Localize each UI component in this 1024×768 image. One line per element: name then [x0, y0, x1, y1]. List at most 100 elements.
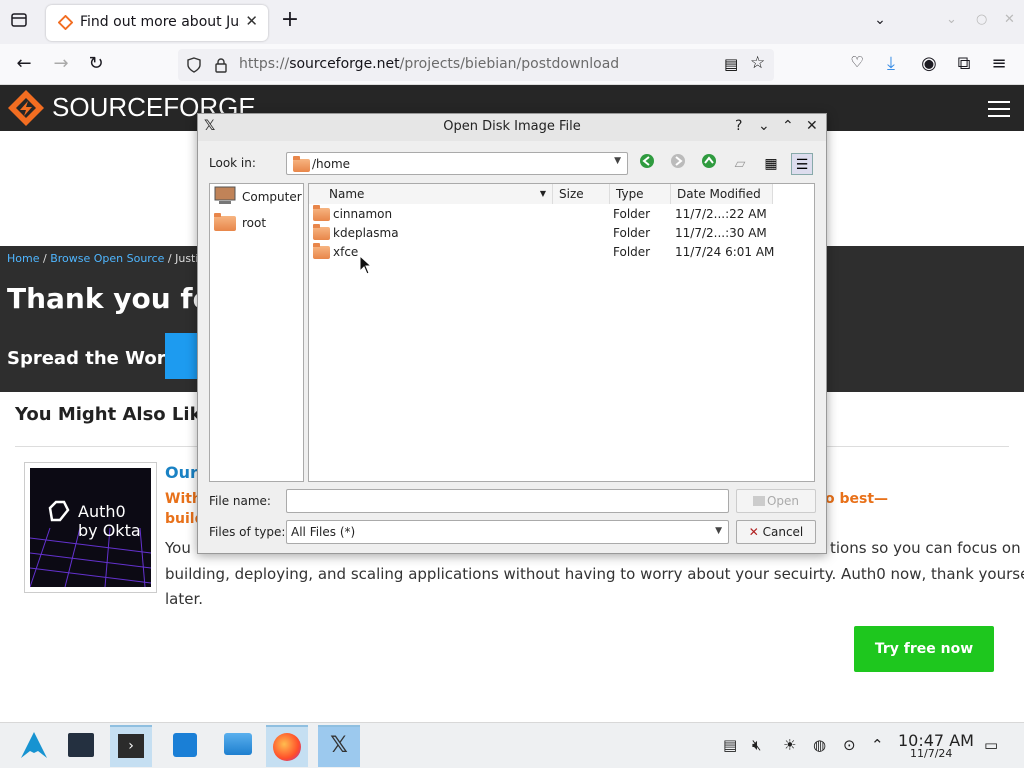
help-button[interactable]: ? — [735, 118, 742, 134]
pocket-icon[interactable]: ♡ — [846, 53, 868, 75]
dialog-maximize-icon[interactable]: ⌃ — [782, 118, 794, 134]
taskbar-x11-app[interactable]: 𝕏 — [318, 725, 360, 767]
folder-icon — [313, 243, 330, 259]
clipboard-icon[interactable]: ▤ — [723, 736, 737, 754]
column-header-size[interactable]: Size — [553, 184, 610, 204]
file-name-label: File name: — [209, 494, 271, 508]
detail-view-icon[interactable]: ☰ — [791, 153, 813, 175]
store-icon — [173, 733, 197, 757]
reload-icon[interactable]: ↻ — [85, 53, 107, 75]
back-icon[interactable]: ← — [13, 53, 35, 75]
sort-arrow-icon: ▼ — [539, 189, 546, 198]
account-icon[interactable]: ◉ — [918, 53, 940, 75]
auth0-ad-image[interactable]: Auth0 by Okta — [24, 462, 157, 593]
lock-icon[interactable] — [213, 57, 229, 73]
breadcrumb: Home / Browse Open Source / Justi — [7, 252, 199, 265]
folder-icon — [224, 733, 252, 755]
column-header-name[interactable]: Name ▼ — [309, 184, 553, 204]
bookmark-star-icon[interactable]: ☆ — [750, 53, 765, 73]
show-desktop-icon[interactable]: ▭ — [984, 736, 998, 754]
clock-date[interactable]: 11/7/24 — [910, 747, 952, 760]
dialog-titlebar[interactable]: 𝕏 Open Disk Image File ? ⌄ ⌃ ✕ — [198, 114, 826, 141]
firefox-icon — [273, 733, 301, 761]
taskbar-firefox[interactable] — [266, 725, 308, 767]
sourceforge-logo-icon[interactable] — [6, 88, 46, 128]
cancel-icon: ✕ — [748, 525, 759, 539]
column-header-date-modified[interactable]: Date Modified — [671, 184, 773, 204]
taskbar-files[interactable] — [216, 725, 258, 767]
computer-icon — [214, 186, 236, 204]
look-in-combo[interactable]: /home ▼ — [286, 152, 628, 175]
folder-icon — [293, 156, 310, 172]
tab-list-icon[interactable] — [8, 11, 30, 33]
parent-directory-icon[interactable] — [698, 153, 720, 175]
network-icon[interactable]: ◍ — [813, 736, 826, 754]
spread-the-word-label: Spread the Word: — [7, 348, 186, 369]
tray-expand-icon[interactable]: ⌃ — [871, 736, 884, 754]
sourceforge-favicon-icon — [58, 15, 73, 30]
dialog-title: Open Disk Image File — [443, 119, 581, 134]
reader-view-icon[interactable]: ▤ — [724, 55, 738, 73]
back-icon[interactable] — [636, 153, 658, 175]
breadcrumb-browse-link[interactable]: Browse Open Source — [50, 252, 164, 265]
cancel-button[interactable]: ✕ Cancel — [736, 520, 816, 544]
volume-muted-icon[interactable]: 🔇︎ — [752, 736, 761, 754]
file-name-input[interactable] — [286, 489, 729, 513]
taskbar-settings[interactable] — [60, 725, 102, 767]
file-row[interactable]: kdeplasma Folder 11/7/2...:30 AM — [309, 224, 814, 243]
open-file-icon — [752, 496, 765, 506]
folder-icon — [214, 213, 236, 231]
dialog-close-icon[interactable]: ✕ — [806, 118, 818, 134]
ad-body-line3: later. — [165, 590, 204, 608]
browser-tab[interactable]: Find out more about Justin ✕ — [46, 5, 268, 41]
by-okta-text: by Okta — [78, 521, 141, 540]
downloads-icon[interactable]: ⤓ — [880, 53, 902, 75]
mouse-cursor-icon — [359, 255, 373, 275]
minimize-window-icon[interactable]: ⌄ — [946, 12, 957, 27]
files-of-type-label: Files of type: — [209, 525, 286, 539]
url-bar[interactable]: https://sourceforge.net/projects/biebian… — [178, 49, 774, 81]
place-computer[interactable]: Computer — [214, 186, 302, 208]
ad-body-line2: building, deploying, and scaling applica… — [165, 565, 1024, 583]
forward-icon[interactable] — [667, 153, 689, 175]
forward-icon[interactable]: → — [50, 53, 72, 75]
arch-launcher-icon[interactable] — [20, 731, 48, 759]
ad-subtitle-right: o best— — [825, 491, 889, 507]
taskbar-store[interactable] — [165, 725, 207, 767]
page-title: Thank you for — [7, 282, 226, 315]
new-tab-button[interactable]: + — [279, 9, 301, 32]
brightness-icon[interactable]: ☀ — [783, 736, 796, 754]
try-free-now-button[interactable]: Try free now — [854, 626, 994, 672]
breadcrumb-home-link[interactable]: Home — [7, 252, 39, 265]
tab-close-icon[interactable]: ✕ — [245, 12, 258, 30]
look-in-label: Look in: — [209, 156, 256, 170]
place-root[interactable]: root — [214, 212, 302, 234]
file-row[interactable]: cinnamon Folder 11/7/2...:22 AM — [309, 205, 814, 224]
folder-icon — [313, 205, 330, 221]
close-window-icon[interactable]: ✕ — [1004, 12, 1015, 27]
extensions-icon[interactable]: ⧉ — [953, 53, 975, 75]
ad-body-line1: You — [165, 539, 191, 557]
column-header-type[interactable]: Type — [610, 184, 671, 204]
dialog-minimize-icon[interactable]: ⌄ — [758, 118, 770, 134]
menu-icon[interactable]: ≡ — [988, 53, 1010, 75]
maximize-window-icon[interactable]: ○ — [976, 12, 987, 27]
tab-title: Find out more about Justin — [80, 14, 240, 30]
chevron-down-icon: ▼ — [614, 156, 621, 166]
taskbar-terminal[interactable]: › — [110, 725, 152, 767]
updates-icon[interactable]: ⊙ — [843, 736, 856, 754]
new-folder-icon[interactable]: ▱ — [729, 153, 751, 175]
open-disk-image-dialog: 𝕏 Open Disk Image File ? ⌄ ⌃ ✕ Look in: … — [197, 113, 827, 554]
list-view-icon[interactable]: ▦ — [760, 153, 782, 175]
places-sidebar: Computer root — [209, 183, 304, 482]
ad-title[interactable]: Our — [165, 463, 198, 482]
open-button[interactable]: Open — [736, 489, 816, 513]
ad-body-line1-right: tions so you can focus on — [830, 539, 1021, 557]
hamburger-menu-icon[interactable] — [988, 100, 1010, 118]
settings-icon — [68, 733, 94, 757]
folder-icon — [313, 224, 330, 240]
file-row[interactable]: xfce Folder 11/7/24 6:01 AM — [309, 243, 814, 262]
files-of-type-combo[interactable]: All Files (*) ▼ — [286, 520, 729, 544]
shield-icon[interactable] — [186, 57, 202, 73]
list-all-tabs-icon[interactable]: ⌄ — [870, 12, 890, 32]
